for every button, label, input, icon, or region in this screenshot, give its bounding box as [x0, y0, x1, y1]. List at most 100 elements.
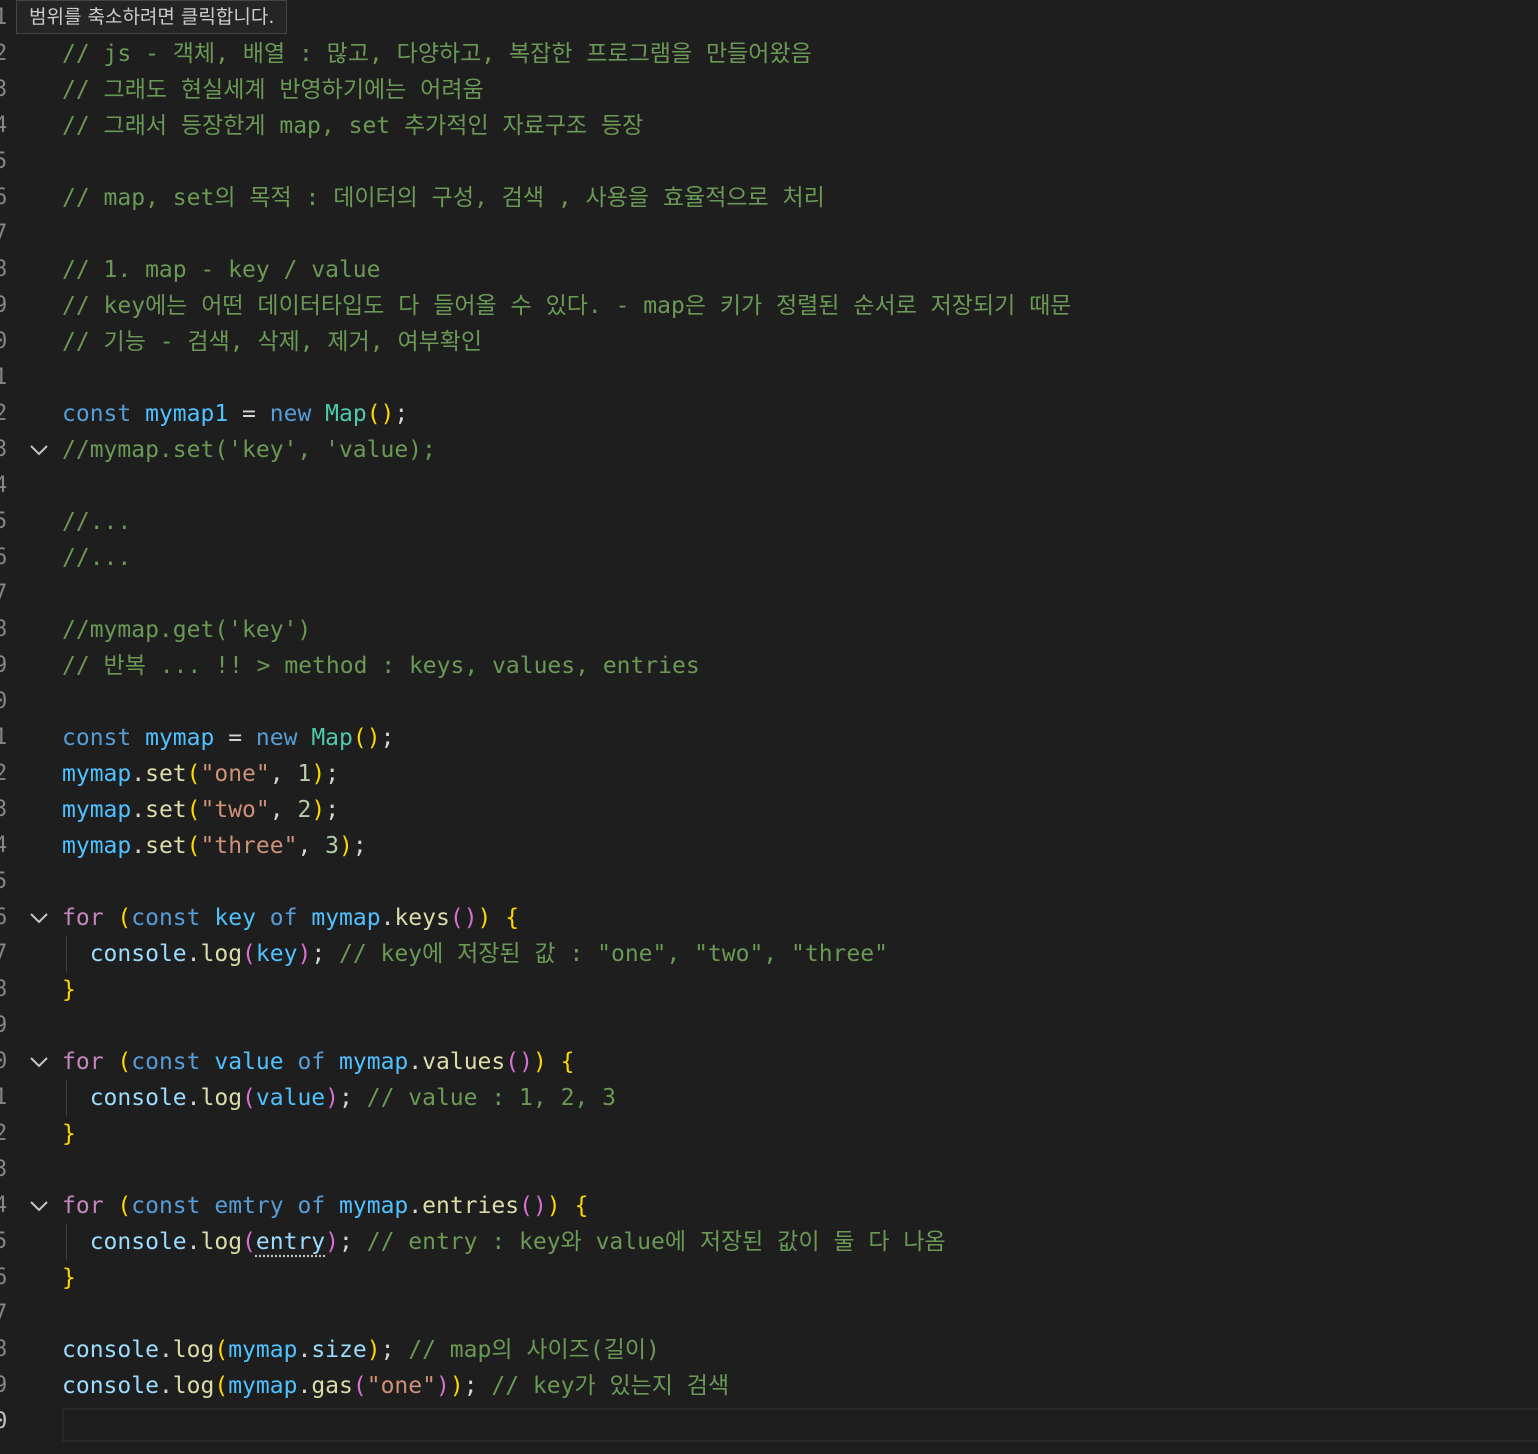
code-text[interactable]: // 반복 ... !! > method : keys, values, en… — [62, 648, 700, 684]
code-line[interactable]: 9 // 반복 ... !! > method : keys, values, e… — [0, 648, 1538, 684]
chevron-down-icon[interactable] — [28, 1188, 50, 1224]
code-token: . — [131, 761, 146, 787]
code-text[interactable]: // key에는 어떤 데이터타입도 다 들어올 수 있다. - map은 키가… — [62, 288, 1071, 324]
code-line[interactable]: 1 — [0, 360, 1538, 396]
code-line[interactable]: 2 // js - 객체, 배열 : 많고, 다양하고, 복잡한 프로그램을 만들… — [0, 36, 1538, 72]
code-line[interactable]: 1 console.log(value); // value : 1, 2, 3 — [0, 1080, 1538, 1116]
code-token: , — [297, 833, 326, 859]
code-text[interactable]: for (const emtry of mymap.entries()) { — [62, 1188, 588, 1224]
code-token: = — [214, 725, 256, 751]
code-token: console — [89, 941, 187, 967]
code-line[interactable]: 9 — [0, 1008, 1538, 1044]
chevron-down-icon[interactable] — [28, 900, 50, 936]
code-text[interactable]: mymap.set("one", 1); — [62, 756, 339, 792]
code-token: //mymap.get('key') — [62, 617, 312, 643]
code-token: values — [422, 1049, 506, 1075]
code-line[interactable]: 7 — [0, 1296, 1538, 1332]
code-line[interactable]: 9 console.log(mymap.gas("one")); // key가 … — [0, 1368, 1538, 1404]
code-text[interactable]: mymap.set("two", 2); — [62, 792, 339, 828]
code-line[interactable]: 5 console.log(entry); // entry : key와 va… — [0, 1224, 1538, 1260]
code-text[interactable]: // js - 객체, 배열 : 많고, 다양하고, 복잡한 프로그램을 만들어… — [62, 36, 812, 72]
code-token: gas — [311, 1373, 353, 1399]
code-line[interactable]: 4 for (const emtry of mymap.entries()) { — [0, 1188, 1538, 1224]
code-token: mymap — [228, 1337, 298, 1363]
code-token: of — [297, 1193, 326, 1219]
code-line[interactable]: 4 mymap.set("three", 3); — [0, 828, 1538, 864]
line-number: 1 — [0, 365, 8, 390]
code-text[interactable]: console.log(key); // key에 저장된 값 : "one",… — [62, 936, 888, 972]
code-line[interactable]: 5 //... — [0, 504, 1538, 540]
code-token: ) — [297, 941, 312, 967]
code-line[interactable]: 6} — [0, 1260, 1538, 1296]
code-text[interactable]: } — [62, 1116, 76, 1152]
code-line[interactable]: 1 const mymap = new Map(); — [0, 720, 1538, 756]
code-line[interactable]: 8 //mymap.get('key') — [0, 612, 1538, 648]
code-token: ; — [380, 725, 395, 751]
code-editor[interactable]: 1 2 // js - 객체, 배열 : 많고, 다양하고, 복잡한 프로그램을 만… — [0, 0, 1538, 1454]
code-token: mymap — [62, 797, 132, 823]
code-line[interactable]: 3 mymap.set("two", 2); — [0, 792, 1538, 828]
code-line[interactable]: 6 for (const key of mymap.keys()) { — [0, 900, 1538, 936]
code-text[interactable]: const mymap = new Map(); — [62, 720, 394, 756]
code-line[interactable]: 7 — [0, 216, 1538, 252]
code-line[interactable]: 7 — [0, 576, 1538, 612]
code-text[interactable]: // 그래서 등장한게 map, set 추가적인 자료구조 등장 — [62, 108, 643, 144]
code-text[interactable]: for (const key of mymap.keys()) { — [62, 900, 519, 936]
code-line[interactable]: 7 console.log(key); // key에 저장된 값 : "one… — [0, 936, 1538, 972]
chevron-down-icon[interactable] — [28, 1044, 50, 1080]
code-text[interactable]: //... — [62, 504, 131, 540]
code-line[interactable]: 0 for (const value of mymap.values()) { — [0, 1044, 1538, 1080]
code-token: "one" — [366, 1373, 436, 1399]
line-number: 0 — [0, 1049, 8, 1074]
code-text[interactable]: } — [62, 972, 76, 1008]
code-line[interactable]: 8 // 1. map - key / value — [0, 252, 1538, 288]
code-text[interactable]: console.log(mymap.gas("one")); // key가 있… — [62, 1368, 729, 1404]
code-line[interactable]: 2} — [0, 1116, 1538, 1152]
code-token: //... — [62, 509, 132, 535]
code-line[interactable]: 5 — [0, 144, 1538, 180]
line-number: 3 — [0, 77, 8, 102]
code-token: ( — [214, 1337, 229, 1363]
code-line[interactable]: 4 — [0, 468, 1538, 504]
code-text[interactable]: // map, set의 목적 : 데이터의 구성, 검색 , 사용을 효율적으… — [62, 180, 825, 216]
code-token: ; — [352, 833, 367, 859]
code-token: ) — [532, 1049, 547, 1075]
code-line[interactable]: 0 // 기능 - 검색, 삭제, 제거, 여부확인 — [0, 324, 1538, 360]
code-token: for — [62, 905, 104, 931]
code-line[interactable]: 3 // 그래도 현실세계 반영하기에는 어려움 — [0, 72, 1538, 108]
code-token: "one" — [200, 761, 270, 787]
code-text[interactable]: // 1. map - key / value — [62, 252, 381, 288]
code-line[interactable]: 6 //... — [0, 540, 1538, 576]
code-token: // 반복 ... !! > method : keys, values, en… — [62, 653, 700, 679]
code-line[interactable]: 3 //mymap.set('key', 'value); — [0, 432, 1538, 468]
code-text[interactable]: console.log(mymap.size); // map의 사이즈(길이) — [62, 1332, 660, 1368]
code-line[interactable]: 5 — [0, 864, 1538, 900]
code-line[interactable]: 2 mymap.set("one", 1); — [0, 756, 1538, 792]
code-line[interactable]: 9 // key에는 어떤 데이터타입도 다 들어올 수 있다. - map은 키… — [0, 288, 1538, 324]
code-line[interactable]: 8 console.log(mymap.size); // map의 사이즈(길이… — [0, 1332, 1538, 1368]
code-line[interactable]: 3 — [0, 1152, 1538, 1188]
code-line[interactable]: 0 — [0, 684, 1538, 720]
code-line[interactable]: 2 const mymap1 = new Map(); — [0, 396, 1538, 432]
code-token: ) — [311, 797, 326, 823]
code-text[interactable]: //mymap.set('key', 'value); — [62, 432, 436, 468]
code-line[interactable]: 0 — [0, 1404, 1538, 1440]
code-text[interactable]: // 그래도 현실세계 반영하기에는 어려움 — [62, 72, 484, 108]
code-token: // key에는 어떤 데이터타입도 다 들어올 수 있다. - map은 키가… — [62, 293, 1072, 319]
code-text[interactable]: } — [62, 1260, 76, 1296]
code-text[interactable]: for (const value of mymap.values()) { — [62, 1044, 575, 1080]
code-line[interactable]: 6 // map, set의 목적 : 데이터의 구성, 검색 , 사용을 효율적… — [0, 180, 1538, 216]
code-text[interactable]: //mymap.get('key') — [62, 612, 311, 648]
code-text[interactable]: const mymap1 = new Map(); — [62, 396, 408, 432]
code-line[interactable]: 8} — [0, 972, 1538, 1008]
chevron-down-icon[interactable] — [28, 432, 50, 468]
code-line[interactable]: 4 // 그래서 등장한게 map, set 추가적인 자료구조 등장 — [0, 108, 1538, 144]
code-text[interactable]: console.log(value); // value : 1, 2, 3 — [62, 1080, 616, 1116]
code-text[interactable]: //... — [62, 540, 131, 576]
code-text[interactable]: mymap.set("three", 3); — [62, 828, 367, 864]
code-token: const — [131, 905, 201, 931]
code-text[interactable]: console.log(entry); // entry : key와 valu… — [62, 1224, 946, 1260]
code-text[interactable]: // 기능 - 검색, 삭제, 제거, 여부확인 — [62, 324, 482, 360]
code-token: //mymap.set('key', 'value); — [62, 437, 436, 463]
